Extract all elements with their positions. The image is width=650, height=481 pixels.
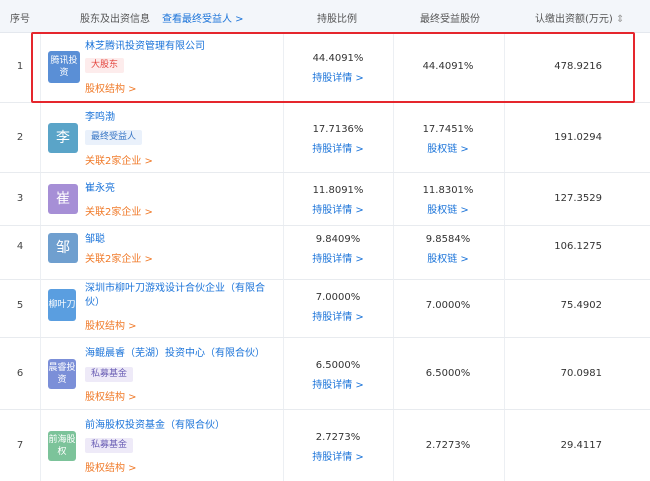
- table-row: 6 晨睿投资 海鲲晨睿（芜湖）投资中心（有限合伙） 私募基金 股权结构 > 6.…: [0, 338, 650, 410]
- private-fund-badge: 私募基金: [85, 367, 134, 382]
- ratio-value: 17.7136%: [312, 124, 364, 135]
- amount-value: 127.3529: [554, 193, 602, 204]
- col-amount-header[interactable]: 认缴出资额(万元) ⇕: [535, 10, 624, 25]
- holder-name-link[interactable]: 前海股权投资基金（有限合伙）: [85, 419, 225, 433]
- equity-structure-link[interactable]: 股权结构 >: [85, 388, 137, 403]
- col-ratio-header: 持股比例: [317, 14, 357, 25]
- private-fund-badge: 私募基金: [85, 438, 134, 453]
- equity-chain-link[interactable]: 股权链 >: [400, 250, 496, 265]
- row-index: 7: [16, 440, 24, 451]
- company-logo: 柳叶刀: [48, 289, 76, 321]
- amount-value: 106.1275: [554, 241, 602, 252]
- holding-detail-link[interactable]: 持股详情 >: [290, 376, 386, 391]
- equity-structure-link[interactable]: 股权结构 >: [85, 317, 137, 332]
- table-row: 7 前海股权 前海股权投资基金（有限合伙） 私募基金 股权结构 > 2.7273…: [0, 410, 650, 481]
- holding-detail-link[interactable]: 持股详情 >: [290, 448, 386, 463]
- holder-name-link[interactable]: 海鲲晨睿（芜湖）投资中心（有限合伙）: [85, 347, 265, 361]
- equity-chain-link[interactable]: 股权链 >: [400, 201, 496, 216]
- row-index: 5: [16, 300, 24, 311]
- final-benefit-value: 17.7451%: [422, 124, 474, 135]
- holding-detail-link[interactable]: 持股详情 >: [290, 201, 386, 216]
- final-benefit-value: 11.8301%: [422, 185, 474, 196]
- person-avatar: 邹: [48, 233, 78, 263]
- related-companies-link[interactable]: 关联2家企业 >: [85, 203, 153, 218]
- holding-detail-link[interactable]: 持股详情 >: [290, 250, 386, 265]
- view-beneficiary-link[interactable]: 查看最终受益人 >: [162, 10, 244, 25]
- amount-value: 29.4117: [560, 440, 602, 451]
- related-companies-link[interactable]: 关联2家企业 >: [85, 152, 153, 167]
- person-avatar: 崔: [48, 184, 78, 214]
- beneficiary-badge: 最终受益人: [85, 130, 143, 145]
- holding-detail-link[interactable]: 持股详情 >: [290, 308, 386, 323]
- related-companies-link[interactable]: 关联2家企业 >: [85, 250, 153, 265]
- equity-chain-link[interactable]: 股权链 >: [400, 140, 496, 155]
- final-benefit-value: 9.8584%: [425, 234, 471, 245]
- final-benefit-value: 6.5000%: [425, 368, 471, 379]
- final-benefit-value: 7.0000%: [425, 300, 471, 311]
- person-avatar: 李: [48, 123, 78, 153]
- ratio-value: 9.8409%: [315, 234, 361, 245]
- ratio-value: 11.8091%: [312, 185, 364, 196]
- row-index: 3: [16, 193, 24, 204]
- col-holder-header: 股东及出资信息: [80, 14, 150, 25]
- table-row: 3 崔 崔永亮 关联2家企业 > 11.8091% 持股详情 > 11.8301…: [0, 173, 650, 226]
- holder-name-link[interactable]: 崔永亮: [85, 182, 115, 196]
- amount-value: 70.0981: [560, 368, 602, 379]
- final-benefit-value: 2.7273%: [425, 440, 471, 451]
- holder-name-link[interactable]: 邹聪: [85, 233, 105, 247]
- sort-updown-icon[interactable]: ⇕: [616, 14, 624, 25]
- highlight-box: [31, 32, 635, 103]
- amount-value: 75.4902: [560, 300, 602, 311]
- holding-detail-link[interactable]: 持股详情 >: [290, 140, 386, 155]
- row-index: 2: [16, 132, 24, 143]
- table-row: 2 李 李鸣渤 最终受益人 关联2家企业 > 17.7136% 持股详情 > 1…: [0, 103, 650, 173]
- holder-name-link[interactable]: 深圳市柳叶刀游戏设计合伙企业（有限合伙）: [85, 282, 275, 310]
- holder-name-link[interactable]: 李鸣渤: [85, 111, 115, 125]
- col-index-header: 序号: [10, 14, 30, 25]
- table-header: 序号 股东及出资信息 查看最终受益人 > 持股比例 最终受益股份 认缴出资额(万…: [0, 0, 650, 33]
- equity-structure-link[interactable]: 股权结构 >: [85, 459, 137, 474]
- col-final-header: 最终受益股份: [420, 14, 480, 25]
- ratio-value: 7.0000%: [315, 292, 361, 303]
- ratio-value: 2.7273%: [315, 432, 361, 443]
- row-index: 6: [16, 368, 24, 379]
- company-logo: 前海股权: [48, 431, 76, 461]
- amount-value: 191.0294: [554, 132, 602, 143]
- ratio-value: 6.5000%: [315, 360, 361, 371]
- table-row: 5 柳叶刀 深圳市柳叶刀游戏设计合伙企业（有限合伙） 股权结构 > 7.0000…: [0, 270, 650, 338]
- row-index: 4: [16, 241, 24, 252]
- company-logo: 晨睿投资: [48, 359, 76, 389]
